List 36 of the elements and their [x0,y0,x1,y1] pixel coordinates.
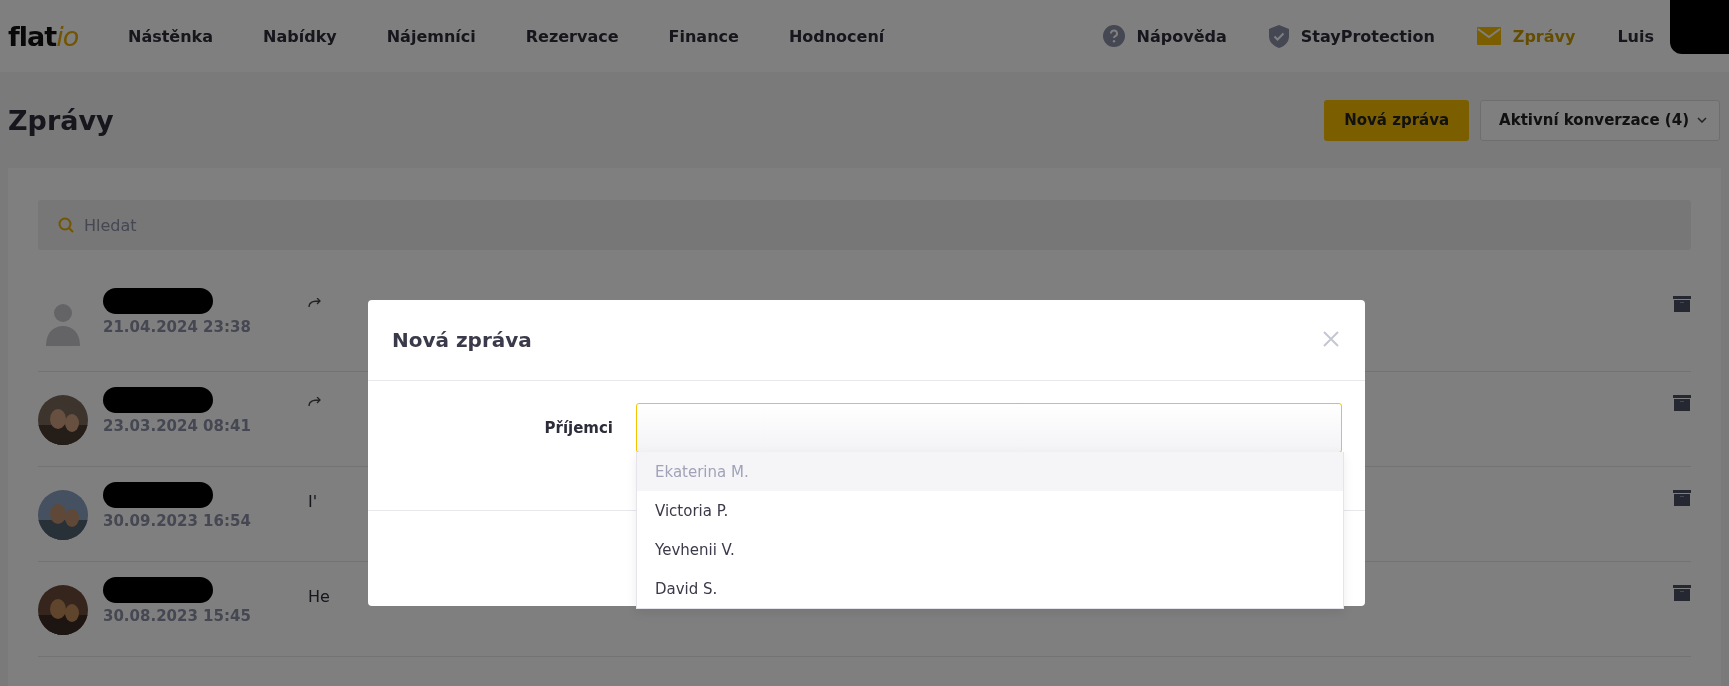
nav-link[interactable]: Nápověda [1136,26,1227,46]
caret-icon [1697,117,1707,123]
page-title: Zprávy [8,104,115,136]
nav-link[interactable]: StayProtection [1300,26,1435,46]
nav-link[interactable]: Nabídky [263,26,337,46]
filter-dropdown[interactable]: Aktivní konverzace (4) [1480,99,1720,141]
help-icon [1102,25,1125,47]
nav-link[interactable]: Nástěnka [128,26,214,46]
message-date: 21.04.2024 23:38 [103,318,252,336]
nav-link[interactable]: Nájemníci [386,26,476,46]
nav-link[interactable]: Hodnocení [788,26,885,46]
search-icon [58,217,74,233]
recipient-option[interactable]: Victoria P. [637,491,1343,530]
message-date: 30.08.2023 15:45 [103,607,252,625]
archive-icon[interactable] [1673,296,1691,312]
modal-title: Nová zpráva [392,328,532,352]
archive-icon[interactable] [1673,490,1691,506]
mail-icon [1476,27,1501,45]
recipient-option[interactable]: Ekaterina M. [637,452,1343,491]
message-date: 30.09.2023 16:54 [103,512,252,530]
user-name[interactable]: Luis [1617,26,1654,46]
recipient-option[interactable]: David S. [637,569,1343,608]
new-message-button[interactable]: Nová zpráva [1324,99,1470,141]
message-preview: I' [308,492,318,511]
message-preview: He [308,587,330,606]
logo[interactable]: flatio [8,20,128,52]
redaction-mark [1670,0,1729,54]
shield-icon [1268,24,1289,48]
recipients-label: Příjemci [543,418,614,437]
recipients-field[interactable] [636,402,1342,453]
message-date: 23.03.2024 08:41 [103,417,252,435]
recipient-option[interactable]: Yevhenii V. [637,530,1343,569]
nav-link[interactable]: Rezervace [525,26,619,46]
archive-icon[interactable] [1673,585,1691,601]
archive-icon[interactable] [1673,395,1691,411]
nav-link[interactable]: Finance [668,26,739,46]
